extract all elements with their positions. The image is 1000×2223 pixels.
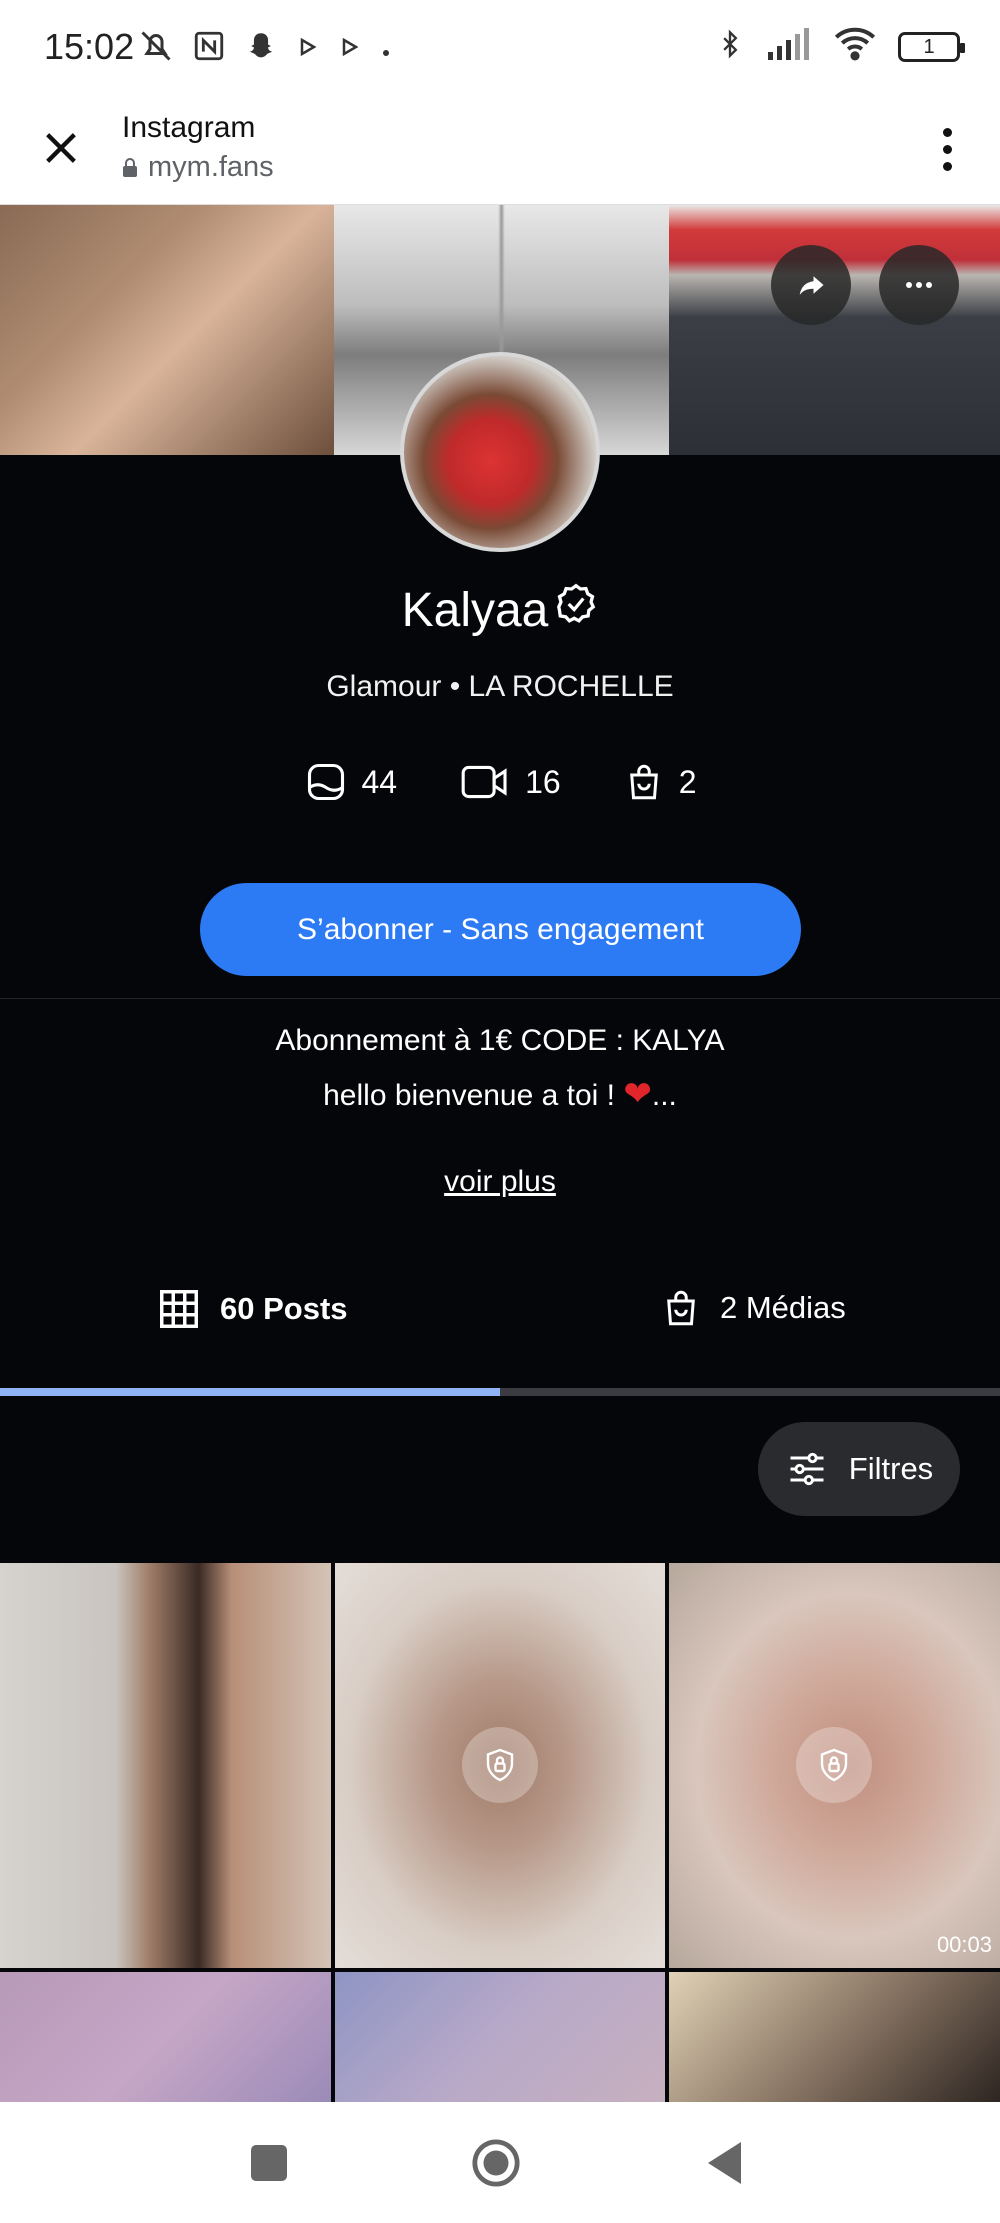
more-vert-icon <box>942 127 952 137</box>
lock-icon <box>462 1727 538 1803</box>
grid-icon <box>160 1290 198 1328</box>
video-icon <box>461 765 507 799</box>
sliders-icon <box>790 1452 824 1486</box>
filters-label: Filtres <box>848 1451 934 1486</box>
system-nav-bar <box>0 2102 1000 2223</box>
stat-photos: 44 <box>304 760 398 804</box>
bio-line-1: Abonnement à 1€ CODE : KALYA <box>275 1024 725 1057</box>
home-button[interactable] <box>471 2138 521 2188</box>
signal-icon <box>766 28 812 65</box>
mute-icon <box>138 28 174 72</box>
lock-icon <box>123 157 137 177</box>
play-icon <box>338 33 362 67</box>
avatar[interactable] <box>400 352 600 552</box>
see-more-link[interactable]: voir plus <box>0 1165 1000 1199</box>
post-tile[interactable] <box>669 1972 1000 2102</box>
battery-indicator: 1 <box>898 31 965 62</box>
bluetooth-icon <box>716 26 744 67</box>
status-bar: 15:02 1 <box>0 0 1000 95</box>
shopping-bag-icon <box>629 764 658 800</box>
video-duration: 00:03 <box>936 1932 992 1957</box>
photo-icon <box>307 763 344 801</box>
recent-apps-button[interactable] <box>244 2138 294 2188</box>
cover-photo-3 <box>669 205 1000 455</box>
wifi-icon <box>834 27 876 66</box>
post-tile[interactable] <box>335 1972 665 2102</box>
more-horiz-icon <box>906 282 932 288</box>
nfc-icon <box>192 29 226 71</box>
bio-line-2: hello bienvenue a toi ! ❤... <box>0 1074 1000 1114</box>
share-icon <box>799 276 824 295</box>
close-icon <box>46 133 76 163</box>
post-tile-video-locked[interactable]: 00:03 <box>669 1563 1000 1968</box>
stat-shop: 2 <box>623 760 697 804</box>
shopping-bag-icon <box>667 1290 695 1326</box>
browser-url: mym.fans <box>122 151 274 184</box>
tab-posts-label: 60 Posts <box>220 1291 348 1326</box>
profile-name: Kalyaa <box>401 583 549 637</box>
status-icons-right: 1 <box>716 26 965 67</box>
square-icon <box>251 2145 287 2181</box>
back-triangle-icon <box>708 2142 741 2184</box>
divider <box>0 998 1000 999</box>
profile-name-row: Kalyaa <box>0 580 1000 638</box>
browser-menu-button[interactable] <box>922 119 972 179</box>
content-tabs: 60 Posts 2 Médias <box>0 1270 1000 1390</box>
profile-subtitle: Glamour • LA ROCHELLE <box>326 670 674 703</box>
filters-button[interactable]: Filtres <box>758 1422 960 1516</box>
bio-text: hello bienvenue a toi ! <box>323 1079 616 1112</box>
profile-stats: 44 16 2 <box>0 760 1000 804</box>
bio-ellipsis: ... <box>651 1079 677 1112</box>
stat-photos-count: 44 <box>361 763 398 800</box>
back-button[interactable] <box>700 2138 750 2188</box>
post-tile[interactable] <box>0 1563 331 1968</box>
stat-videos-count: 16 <box>525 763 561 800</box>
snapchat-icon <box>244 29 278 71</box>
browser-bar: Instagram mym.fans <box>0 95 1000 205</box>
post-tile-locked[interactable] <box>335 1563 665 1968</box>
tab-medias-label: 2 Médias <box>720 1290 846 1325</box>
url-text: mym.fans <box>148 151 274 183</box>
home-circle-icon <box>472 2139 520 2187</box>
more-options-button[interactable] <box>879 245 959 325</box>
browser-title: Instagram <box>122 111 256 144</box>
close-button[interactable] <box>30 117 92 179</box>
tab-posts[interactable]: 60 Posts <box>156 1286 348 1332</box>
tab-indicator-active <box>0 1388 500 1396</box>
tab-medias[interactable]: 2 Médias <box>660 1286 846 1330</box>
verified-badge-icon <box>554 582 598 638</box>
dot-icon <box>380 33 392 67</box>
status-icons-left <box>138 28 392 72</box>
heart-icon: ❤ <box>623 1075 652 1113</box>
cover-photo-1 <box>0 205 334 455</box>
post-tile[interactable] <box>0 1972 331 2102</box>
status-time: 15:02 <box>44 26 135 67</box>
subscribe-button[interactable]: S’abonner - Sans engagement <box>200 883 801 976</box>
share-button[interactable] <box>771 245 851 325</box>
play-icon <box>296 33 320 67</box>
stat-shop-count: 2 <box>678 763 697 800</box>
stat-videos: 16 <box>459 760 561 804</box>
lock-icon <box>796 1727 872 1803</box>
